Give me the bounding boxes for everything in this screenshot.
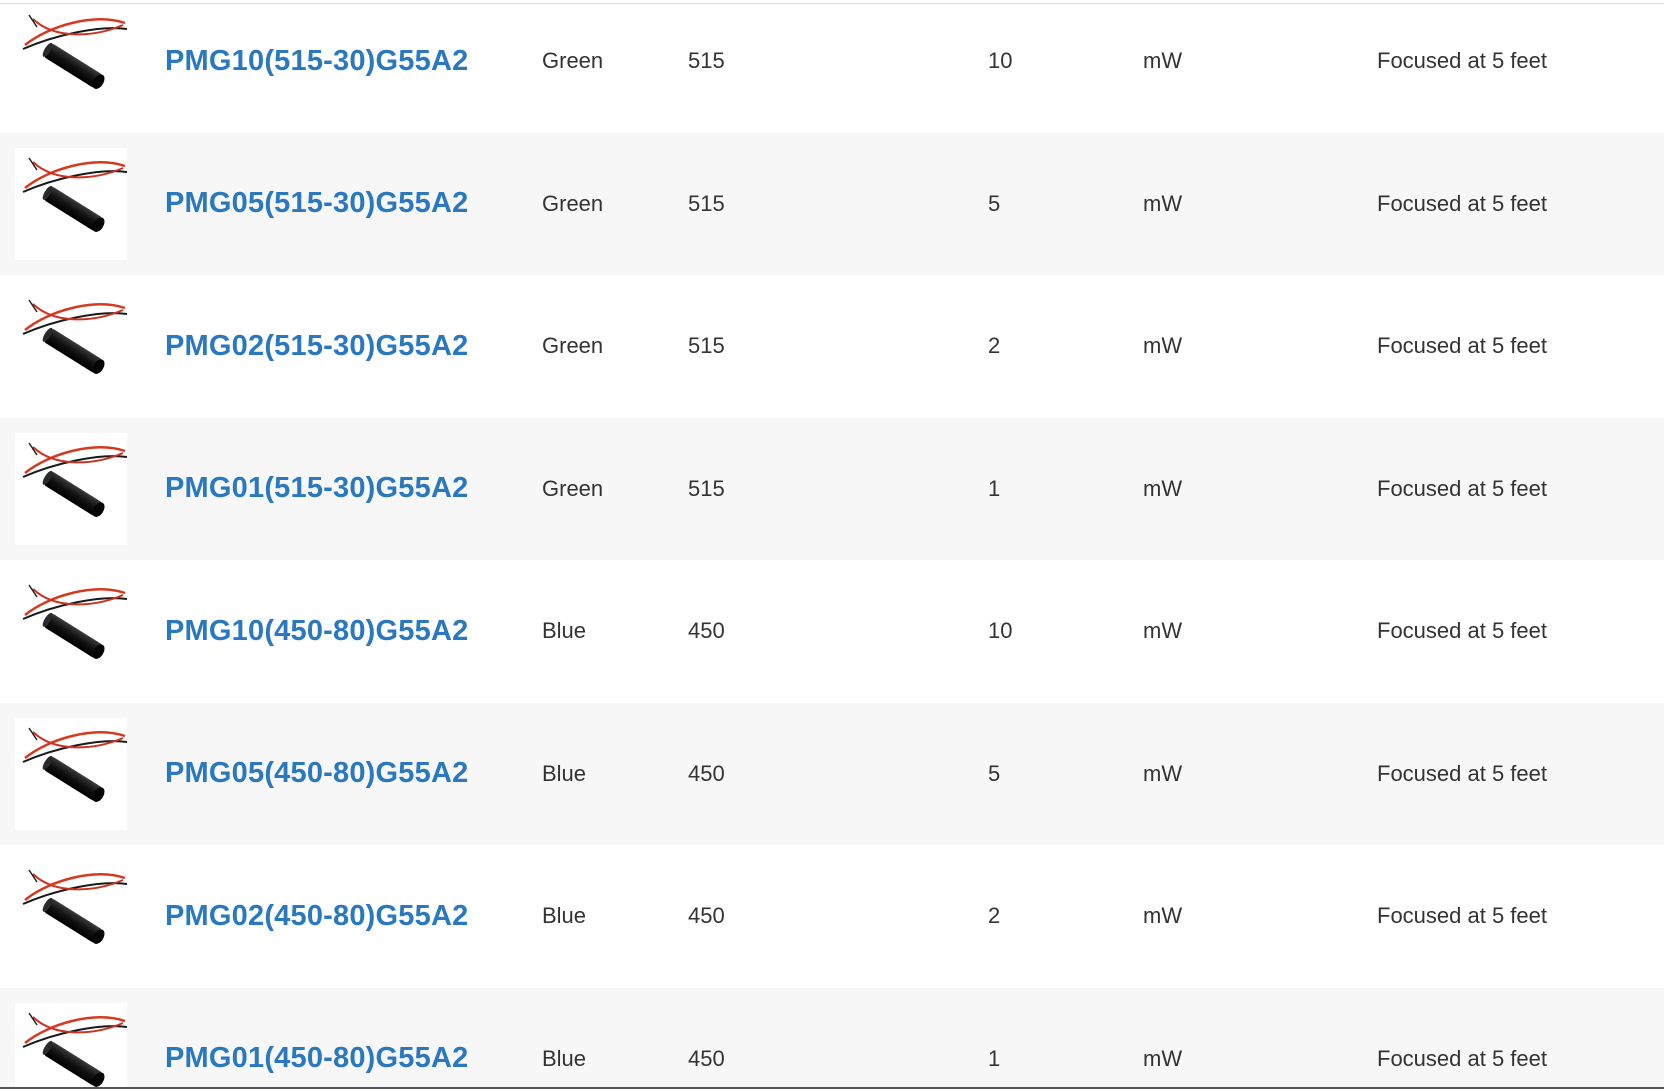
color-cell: Blue <box>542 1045 587 1071</box>
part-number-link[interactable]: PMG05(515-30)G55A2 <box>165 133 468 276</box>
wavelength-cell: 515 <box>688 48 725 74</box>
laser-module-icon[interactable] <box>15 290 127 402</box>
focus-cell: Focused at 5 feet <box>1377 903 1547 929</box>
color-cell: Green <box>542 190 604 216</box>
power-cell: 10 <box>988 618 1013 644</box>
table-row: PMG10(515-30)G55A2 Green 515 10 mW Focus… <box>0 0 1664 133</box>
color-cell: Blue <box>542 760 587 786</box>
unit-cell: mW <box>1143 333 1183 359</box>
focus-cell: Focused at 5 feet <box>1377 333 1547 359</box>
wavelength-cell: 515 <box>688 333 725 359</box>
power-cell: 5 <box>988 760 1001 786</box>
laser-module-icon[interactable] <box>15 860 127 972</box>
part-number-link[interactable]: PMG01(450-80)G55A2 <box>165 988 468 1089</box>
focus-cell: Focused at 5 feet <box>1377 618 1547 644</box>
focus-cell: Focused at 5 feet <box>1377 475 1547 501</box>
focus-cell: Focused at 5 feet <box>1377 760 1547 786</box>
part-number-link[interactable]: PMG05(450-80)G55A2 <box>165 703 468 846</box>
table-row: PMG05(450-80)G55A2 Blue 450 5 mW Focused… <box>0 702 1664 846</box>
wavelength-cell: 450 <box>688 618 725 644</box>
power-cell: 1 <box>988 475 1001 501</box>
table-row: PMG01(515-30)G55A2 Green 515 1 mW Focuse… <box>0 417 1664 561</box>
color-cell: Blue <box>542 618 587 644</box>
part-number-link[interactable]: PMG10(450-80)G55A2 <box>165 560 468 703</box>
power-cell: 1 <box>988 1045 1001 1071</box>
color-cell: Green <box>542 333 604 359</box>
product-table-page: PMG10(515-30)G55A2 Green 515 10 mW Focus… <box>0 0 1664 1089</box>
unit-cell: mW <box>1143 903 1183 929</box>
wavelength-cell: 515 <box>688 475 725 501</box>
table-row: PMG05(515-30)G55A2 Green 515 5 mW Focuse… <box>0 132 1664 276</box>
focus-cell: Focused at 5 feet <box>1377 190 1547 216</box>
laser-module-icon[interactable] <box>15 5 127 117</box>
color-cell: Green <box>542 475 604 501</box>
focus-cell: Focused at 5 feet <box>1377 48 1547 74</box>
focus-cell: Focused at 5 feet <box>1377 1045 1547 1071</box>
part-number-link[interactable]: PMG02(515-30)G55A2 <box>165 275 468 418</box>
unit-cell: mW <box>1143 475 1183 501</box>
part-number-link[interactable]: PMG02(450-80)G55A2 <box>165 845 468 988</box>
product-table: PMG10(515-30)G55A2 Green 515 10 mW Focus… <box>0 0 1664 1089</box>
laser-module-icon[interactable] <box>15 1002 127 1089</box>
wavelength-cell: 515 <box>688 190 725 216</box>
power-cell: 5 <box>988 190 1001 216</box>
color-cell: Blue <box>542 903 587 929</box>
power-cell: 2 <box>988 333 1001 359</box>
laser-module-icon[interactable] <box>15 432 127 545</box>
unit-cell: mW <box>1143 48 1183 74</box>
color-cell: Green <box>542 48 604 74</box>
unit-cell: mW <box>1143 760 1183 786</box>
unit-cell: mW <box>1143 618 1183 644</box>
laser-module-icon[interactable] <box>15 147 127 260</box>
laser-module-icon[interactable] <box>15 575 127 687</box>
wavelength-cell: 450 <box>688 1045 725 1071</box>
part-number-link[interactable]: PMG10(515-30)G55A2 <box>165 0 468 133</box>
table-row: PMG02(450-80)G55A2 Blue 450 2 mW Focused… <box>0 845 1664 988</box>
unit-cell: mW <box>1143 1045 1183 1071</box>
wavelength-cell: 450 <box>688 903 725 929</box>
power-cell: 2 <box>988 903 1001 929</box>
table-row: PMG02(515-30)G55A2 Green 515 2 mW Focuse… <box>0 275 1664 418</box>
part-number-link[interactable]: PMG01(515-30)G55A2 <box>165 418 468 561</box>
unit-cell: mW <box>1143 190 1183 216</box>
power-cell: 10 <box>988 48 1013 74</box>
wavelength-cell: 450 <box>688 760 725 786</box>
table-row: PMG01(450-80)G55A2 Blue 450 1 mW Focused… <box>0 987 1664 1089</box>
laser-module-icon[interactable] <box>15 717 127 830</box>
table-row: PMG10(450-80)G55A2 Blue 450 10 mW Focuse… <box>0 560 1664 703</box>
